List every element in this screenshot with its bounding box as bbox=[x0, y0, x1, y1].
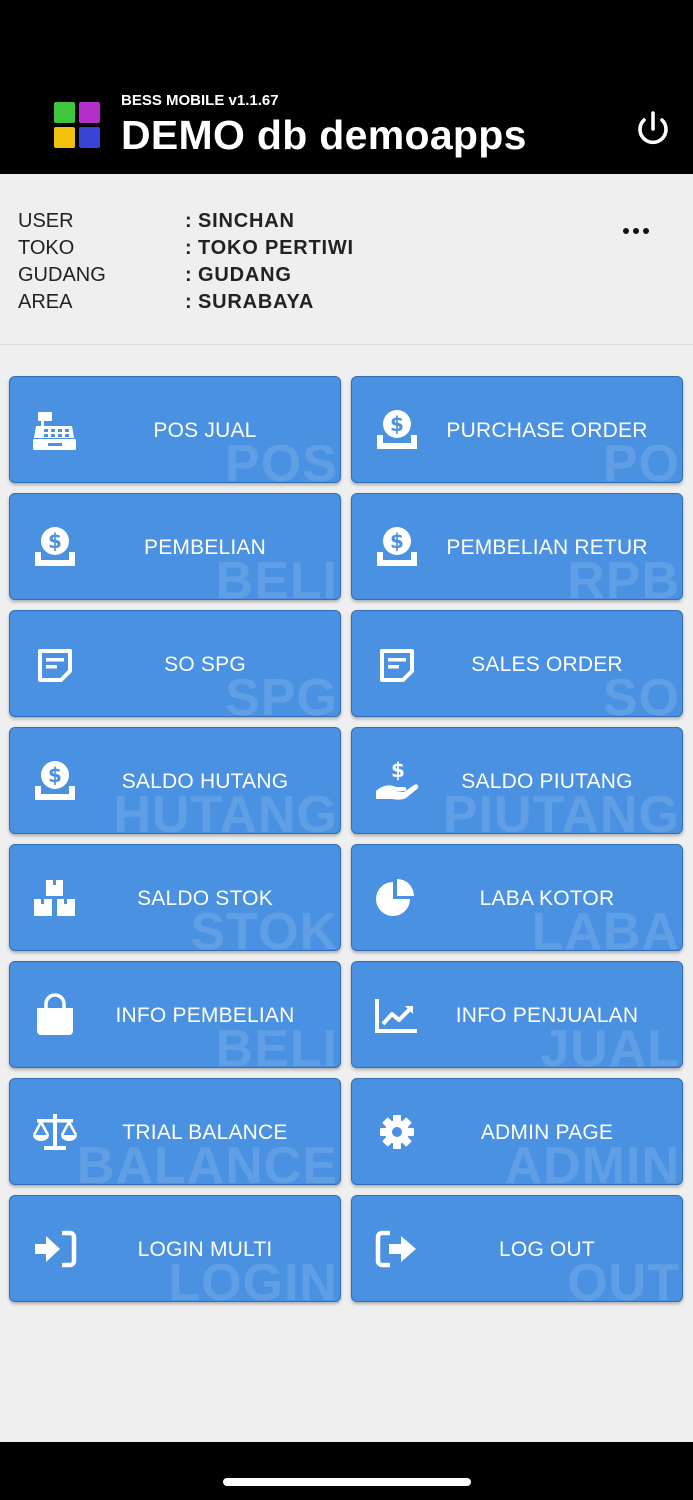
tile-label: SO SPG bbox=[164, 653, 246, 676]
tile-label: SALES ORDER bbox=[471, 653, 623, 676]
svg-text:$: $ bbox=[390, 529, 404, 553]
info-value: SURABAYA bbox=[198, 291, 315, 313]
tile-log-out[interactable]: OUT LOG OUT bbox=[351, 1195, 683, 1302]
svg-text:$: $ bbox=[48, 529, 62, 553]
app-version: BESS MOBILE v1.1.67 bbox=[121, 92, 279, 109]
tile-label: TRIAL BALANCE bbox=[122, 1121, 288, 1144]
tile-label: ADMIN PAGE bbox=[480, 1121, 614, 1144]
info-label: GUDANG bbox=[18, 264, 106, 286]
tile-login-multi[interactable]: LOGIN LOGIN MULTI bbox=[9, 1195, 341, 1302]
info-label: USER bbox=[18, 210, 74, 232]
main-content: USER : SINCHAN TOKO : TOKO PERTIWI GUDAN… bbox=[0, 174, 693, 1442]
svg-text:$: $ bbox=[48, 763, 62, 787]
tile-laba-kotor[interactable]: LABA LABA KOTOR bbox=[351, 844, 683, 951]
tile-saldo-stok[interactable]: STOK SALDO STOK bbox=[9, 844, 341, 951]
info-label: TOKO bbox=[18, 237, 75, 259]
tile-label: SALDO STOK bbox=[137, 887, 273, 910]
info-colon: : bbox=[185, 210, 192, 232]
more-options-icon[interactable] bbox=[620, 224, 652, 240]
info-value: GUDANG bbox=[198, 264, 292, 286]
tile-label: PURCHASE ORDER bbox=[446, 419, 648, 442]
tile-label: LABA KOTOR bbox=[479, 887, 615, 910]
user-info-panel: USER : SINCHAN TOKO : TOKO PERTIWI GUDAN… bbox=[0, 174, 693, 345]
tile-so-spg[interactable]: SPG SO SPG bbox=[9, 610, 341, 717]
tile-info-pembelian[interactable]: BELI INFO PEMBELIAN bbox=[9, 961, 341, 1068]
info-colon: : bbox=[185, 264, 192, 286]
tile-label: PEMBELIAN bbox=[143, 536, 266, 559]
info-value: SINCHAN bbox=[198, 210, 295, 232]
tile-trial-balance[interactable]: BALANCE TRIAL BALANCE bbox=[9, 1078, 341, 1185]
app-header: BESS MOBILE v1.1.67 DEMO db demoapps bbox=[0, 0, 693, 174]
info-value: TOKO PERTIWI bbox=[198, 237, 354, 259]
info-label: AREA bbox=[18, 291, 73, 313]
tile-info-penjualan[interactable]: JUAL INFO PENJUALAN bbox=[351, 961, 683, 1068]
info-colon: : bbox=[185, 291, 192, 313]
tile-label: LOG OUT bbox=[499, 1238, 595, 1261]
power-icon[interactable] bbox=[632, 108, 674, 150]
tile-sales-order[interactable]: SO SALES ORDER bbox=[351, 610, 683, 717]
svg-text:$: $ bbox=[391, 759, 405, 782]
tile-label: INFO PEMBELIAN bbox=[115, 1004, 295, 1027]
page-title: DEMO db demoapps bbox=[121, 112, 527, 158]
tile-pembelian[interactable]: BELI $ PEMBELIAN bbox=[9, 493, 341, 600]
tile-saldo-hutang[interactable]: HUTANG $ SALDO HUTANG bbox=[9, 727, 341, 834]
tile-label: LOGIN MULTI bbox=[137, 1238, 273, 1261]
svg-text:$: $ bbox=[390, 412, 404, 436]
app-logo bbox=[54, 102, 104, 152]
info-colon: : bbox=[185, 237, 192, 259]
tile-saldo-piutang[interactable]: PIUTANG $ SALDO PIUTANG bbox=[351, 727, 683, 834]
tile-label: POS JUAL bbox=[153, 419, 257, 442]
home-indicator[interactable] bbox=[223, 1478, 471, 1486]
tile-pembelian-retur[interactable]: RPB $ PEMBELIAN RETUR bbox=[351, 493, 683, 600]
tile-label: INFO PENJUALAN bbox=[455, 1004, 639, 1027]
tile-label: SALDO HUTANG bbox=[121, 770, 289, 793]
tile-label: SALDO PIUTANG bbox=[461, 770, 633, 793]
tile-pos-jual[interactable]: POS POS JUAL bbox=[9, 376, 341, 483]
tile-admin-page[interactable]: ADMIN ADMIN PAGE bbox=[351, 1078, 683, 1185]
tile-purchase-order[interactable]: PO $ PURCHASE ORDER bbox=[351, 376, 683, 483]
tile-label: PEMBELIAN RETUR bbox=[446, 536, 648, 559]
